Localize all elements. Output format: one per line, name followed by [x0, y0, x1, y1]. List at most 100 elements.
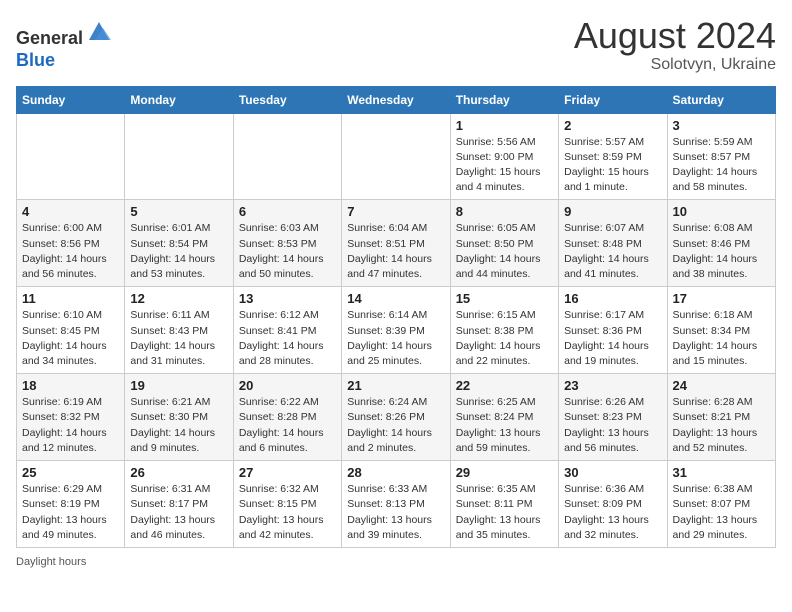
month-year: August 2024: [574, 16, 776, 56]
day-detail: Sunrise: 6:12 AMSunset: 8:41 PMDaylight:…: [239, 308, 336, 369]
calendar-cell: 15 Sunrise: 6:15 AMSunset: 8:38 PMDayligh…: [450, 287, 558, 374]
calendar-cell: 27Sunrise: 6:32 AMSunset: 8:15 PMDayligh…: [233, 461, 341, 548]
day-detail: Sunrise: 5:57 AMSunset: 8:59 PMDaylight:…: [564, 135, 661, 196]
day-number: 9: [564, 204, 661, 219]
calendar-cell: 19Sunrise: 6:21 AMSunset: 8:30 PMDayligh…: [125, 374, 233, 461]
col-header-monday: Monday: [125, 86, 233, 113]
calendar-header-row: SundayMondayTuesdayWednesdayThursdayFrid…: [17, 86, 776, 113]
col-header-wednesday: Wednesday: [342, 86, 450, 113]
calendar-week-3: 11 Sunrise: 6:10 AMSunset: 8:45 PMDayligh…: [17, 287, 776, 374]
day-detail: Sunrise: 5:59 AMSunset: 8:57 PMDaylight:…: [673, 135, 770, 196]
title-block: August 2024 Solotvyn, Ukraine: [574, 16, 776, 74]
day-detail: Sunrise: 6:04 AMSunset: 8:51 PMDaylight:…: [347, 221, 444, 282]
calendar-cell: 30Sunrise: 6:36 AMSunset: 8:09 PMDayligh…: [559, 461, 667, 548]
col-header-friday: Friday: [559, 86, 667, 113]
day-detail: Sunrise: 6:19 AMSunset: 8:32 PMDaylight:…: [22, 395, 119, 456]
day-detail: Sunrise: 6:10 AMSunset: 8:45 PMDaylight:…: [22, 308, 119, 369]
day-detail: Sunrise: 6:38 AMSunset: 8:07 PMDaylight:…: [673, 482, 770, 543]
calendar-cell: 10 Sunrise: 6:08 AMSunset: 8:46 PMDayligh…: [667, 200, 775, 287]
daylight-label: Daylight hours: [16, 556, 86, 568]
calendar-week-5: 25Sunrise: 6:29 AMSunset: 8:19 PMDayligh…: [17, 461, 776, 548]
day-detail: Sunrise: 6:07 AMSunset: 8:48 PMDaylight:…: [564, 221, 661, 282]
day-detail: Sunrise: 6:35 AMSunset: 8:11 PMDaylight:…: [456, 482, 553, 543]
calendar-cell: 21Sunrise: 6:24 AMSunset: 8:26 PMDayligh…: [342, 374, 450, 461]
day-number: 17: [673, 291, 770, 306]
calendar-cell: 31 Sunrise: 6:38 AMSunset: 8:07 PMDayligh…: [667, 461, 775, 548]
day-detail: Sunrise: 6:33 AMSunset: 8:13 PMDaylight:…: [347, 482, 444, 543]
day-number: 22: [456, 378, 553, 393]
day-detail: Sunrise: 6:00 AMSunset: 8:56 PMDaylight:…: [22, 221, 119, 282]
calendar-cell: 24 Sunrise: 6:28 AMSunset: 8:21 PMDayligh…: [667, 374, 775, 461]
day-number: 28: [347, 465, 444, 480]
day-detail: Sunrise: 6:14 AMSunset: 8:39 PMDaylight:…: [347, 308, 444, 369]
day-number: 13: [239, 291, 336, 306]
calendar-week-1: 1 Sunrise: 5:56 AMSunset: 9:00 PMDaylight…: [17, 113, 776, 200]
calendar-cell: 26Sunrise: 6:31 AMSunset: 8:17 PMDayligh…: [125, 461, 233, 548]
calendar-cell: 13 Sunrise: 6:12 AMSunset: 8:41 PMDayligh…: [233, 287, 341, 374]
calendar-table: SundayMondayTuesdayWednesdayThursdayFrid…: [16, 86, 776, 548]
calendar-cell: 4 Sunrise: 6:00 AMSunset: 8:56 PMDaylight…: [17, 200, 125, 287]
day-number: 7: [347, 204, 444, 219]
calendar-cell: 14 Sunrise: 6:14 AMSunset: 8:39 PMDayligh…: [342, 287, 450, 374]
calendar-cell: 11 Sunrise: 6:10 AMSunset: 8:45 PMDayligh…: [17, 287, 125, 374]
day-detail: Sunrise: 6:31 AMSunset: 8:17 PMDaylight:…: [130, 482, 227, 543]
logo-blue: Blue: [16, 50, 55, 70]
calendar-cell: 25Sunrise: 6:29 AMSunset: 8:19 PMDayligh…: [17, 461, 125, 548]
day-detail: Sunrise: 6:15 AMSunset: 8:38 PMDaylight:…: [456, 308, 553, 369]
day-detail: Sunrise: 6:18 AMSunset: 8:34 PMDaylight:…: [673, 308, 770, 369]
day-number: 20: [239, 378, 336, 393]
day-number: 8: [456, 204, 553, 219]
day-number: 23: [564, 378, 661, 393]
day-number: 1: [456, 118, 553, 133]
day-number: 24: [673, 378, 770, 393]
calendar-cell: 18 Sunrise: 6:19 AMSunset: 8:32 PMDayligh…: [17, 374, 125, 461]
day-detail: Sunrise: 6:03 AMSunset: 8:53 PMDaylight:…: [239, 221, 336, 282]
day-number: 29: [456, 465, 553, 480]
calendar-cell: [233, 113, 341, 200]
calendar-cell: 20Sunrise: 6:22 AMSunset: 8:28 PMDayligh…: [233, 374, 341, 461]
day-number: 31: [673, 465, 770, 480]
calendar-cell: 3 Sunrise: 5:59 AMSunset: 8:57 PMDaylight…: [667, 113, 775, 200]
day-detail: Sunrise: 5:56 AMSunset: 9:00 PMDaylight:…: [456, 135, 553, 196]
logo-icon: [85, 16, 113, 44]
calendar-cell: 7 Sunrise: 6:04 AMSunset: 8:51 PMDaylight…: [342, 200, 450, 287]
day-detail: Sunrise: 6:17 AMSunset: 8:36 PMDaylight:…: [564, 308, 661, 369]
calendar-cell: 17 Sunrise: 6:18 AMSunset: 8:34 PMDayligh…: [667, 287, 775, 374]
calendar-cell: 1 Sunrise: 5:56 AMSunset: 9:00 PMDaylight…: [450, 113, 558, 200]
col-header-tuesday: Tuesday: [233, 86, 341, 113]
day-detail: Sunrise: 6:26 AMSunset: 8:23 PMDaylight:…: [564, 395, 661, 456]
calendar-cell: [342, 113, 450, 200]
day-number: 5: [130, 204, 227, 219]
day-number: 2: [564, 118, 661, 133]
day-number: 15: [456, 291, 553, 306]
col-header-thursday: Thursday: [450, 86, 558, 113]
location: Solotvyn, Ukraine: [574, 56, 776, 74]
calendar-cell: 29 Sunrise: 6:35 AMSunset: 8:11 PMDayligh…: [450, 461, 558, 548]
day-number: 19: [130, 378, 227, 393]
calendar-week-4: 18 Sunrise: 6:19 AMSunset: 8:32 PMDayligh…: [17, 374, 776, 461]
logo-general: General: [16, 28, 83, 48]
col-header-saturday: Saturday: [667, 86, 775, 113]
calendar-cell: 22Sunrise: 6:25 AMSunset: 8:24 PMDayligh…: [450, 374, 558, 461]
day-number: 30: [564, 465, 661, 480]
day-number: 18: [22, 378, 119, 393]
day-detail: Sunrise: 6:11 AMSunset: 8:43 PMDaylight:…: [130, 308, 227, 369]
day-detail: Sunrise: 6:28 AMSunset: 8:21 PMDaylight:…: [673, 395, 770, 456]
day-number: 11: [22, 291, 119, 306]
day-detail: Sunrise: 6:24 AMSunset: 8:26 PMDaylight:…: [347, 395, 444, 456]
calendar-week-2: 4 Sunrise: 6:00 AMSunset: 8:56 PMDaylight…: [17, 200, 776, 287]
day-detail: Sunrise: 6:01 AMSunset: 8:54 PMDaylight:…: [130, 221, 227, 282]
day-number: 12: [130, 291, 227, 306]
day-number: 4: [22, 204, 119, 219]
day-detail: Sunrise: 6:29 AMSunset: 8:19 PMDaylight:…: [22, 482, 119, 543]
calendar-cell: [125, 113, 233, 200]
day-number: 3: [673, 118, 770, 133]
day-number: 27: [239, 465, 336, 480]
calendar-cell: 9 Sunrise: 6:07 AMSunset: 8:48 PMDaylight…: [559, 200, 667, 287]
day-number: 10: [673, 204, 770, 219]
day-number: 14: [347, 291, 444, 306]
calendar-cell: 16Sunrise: 6:17 AMSunset: 8:36 PMDayligh…: [559, 287, 667, 374]
col-header-sunday: Sunday: [17, 86, 125, 113]
day-detail: Sunrise: 6:08 AMSunset: 8:46 PMDaylight:…: [673, 221, 770, 282]
page-header: General Blue August 2024 Solotvyn, Ukrai…: [16, 16, 776, 74]
